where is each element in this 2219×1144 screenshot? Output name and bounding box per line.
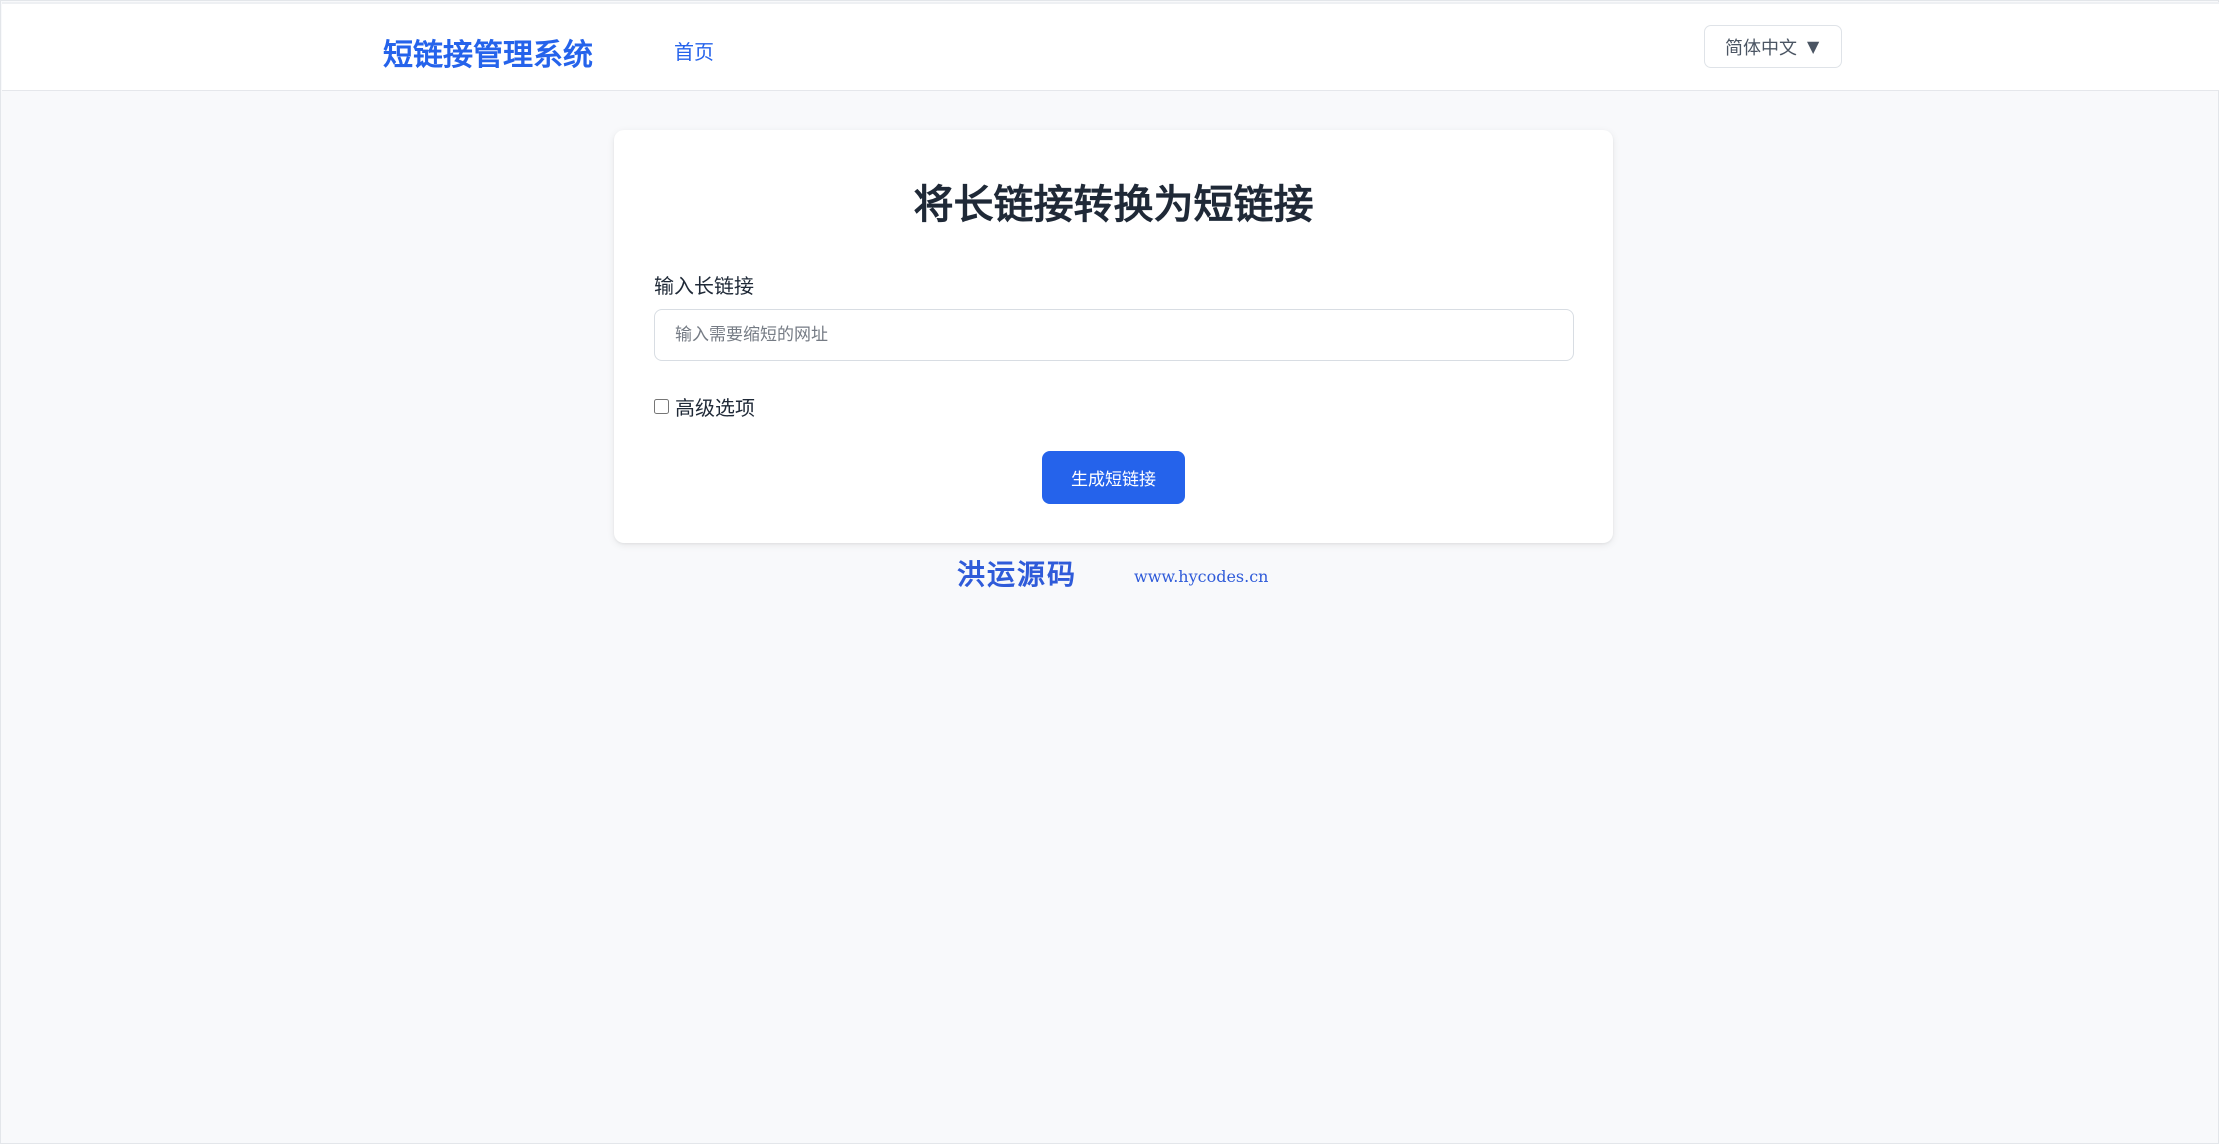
advanced-options-checkbox[interactable] bbox=[654, 399, 669, 414]
nav-home-link[interactable]: 首页 bbox=[674, 36, 714, 65]
shorten-form-card: 将长链接转换为短链接 输入长链接 高级选项 生成短链接 bbox=[614, 130, 1613, 543]
chevron-down-icon: ▼ bbox=[1807, 37, 1820, 56]
footer-brand-watermark: 洪运源码 bbox=[957, 558, 1078, 591]
advanced-options-row: 高级选项 bbox=[654, 392, 755, 421]
long-url-input[interactable] bbox=[654, 309, 1574, 361]
top-navbar: 短链接管理系统 首页 简体中文 ▼ bbox=[2, 2, 2219, 91]
long-url-label: 输入长链接 bbox=[654, 274, 754, 298]
page-frame: 短链接管理系统 首页 简体中文 ▼ 将长链接转换为短链接 输入长链接 高级选项 … bbox=[0, 0, 2219, 1144]
advanced-options-label[interactable]: 高级选项 bbox=[675, 392, 755, 421]
footer-url-text: www.hycodes.cn bbox=[1134, 567, 1269, 586]
brand-logo[interactable]: 短链接管理系统 bbox=[383, 30, 593, 74]
page-title: 将长链接转换为短链接 bbox=[913, 182, 1314, 228]
language-selected-value: 简体中文 bbox=[1725, 37, 1797, 59]
language-select[interactable]: 简体中文 ▼ bbox=[1704, 25, 1842, 68]
generate-short-link-button[interactable]: 生成短链接 bbox=[1042, 451, 1185, 504]
